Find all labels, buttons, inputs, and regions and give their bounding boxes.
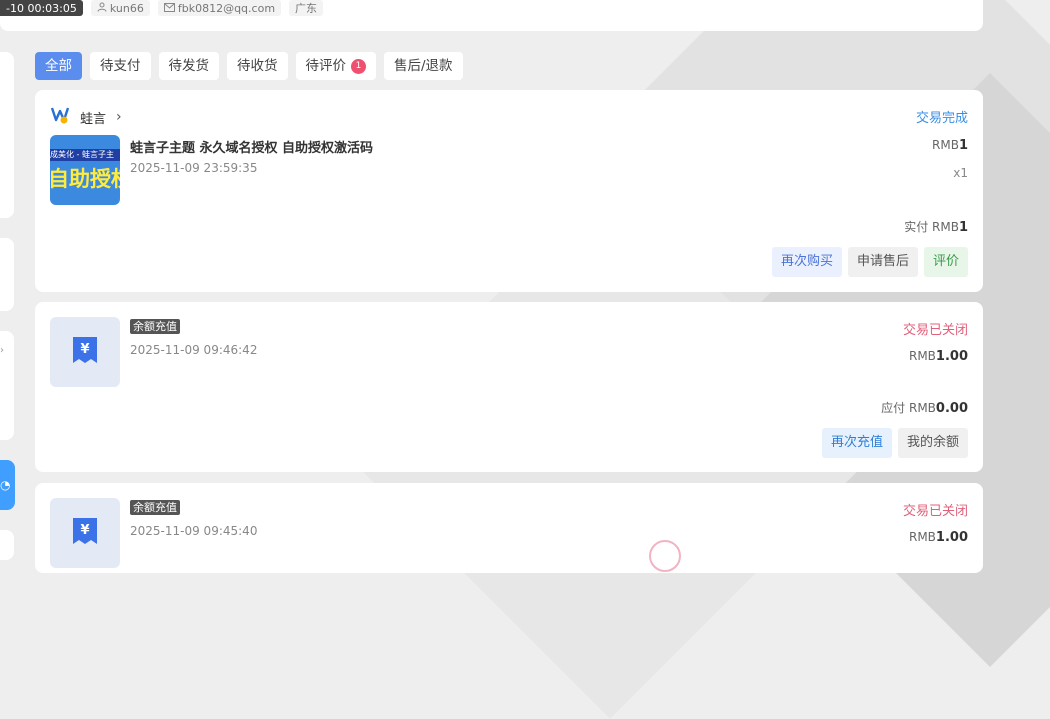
paid-label: 实付 RMB [904, 220, 959, 234]
my-balance-button[interactable]: 我的余额 [897, 428, 968, 458]
user-meta-row: -10 00:03:05 kun66 fbk0812@qq.com 广东 [0, 0, 324, 16]
shop-logo-icon [50, 106, 70, 128]
unit-price: RMB1.00 [909, 530, 968, 545]
order-status: 交易已关闭 [902, 323, 968, 338]
order-filter-tabs: 全部 待支付 待发货 待收货 待评价 1 售后/退款 [35, 52, 463, 80]
tab-label: 待收货 [237, 58, 278, 74]
loading-spinner [649, 540, 681, 572]
shop-row[interactable]: 蛙言 › [50, 106, 122, 128]
order-actions: 再次购买 申请售后 评价 [771, 247, 968, 277]
login-time-chip: -10 00:03:05 [0, 0, 83, 16]
chat-icon: ◔ [0, 478, 11, 492]
order-status: 交易完成 [915, 111, 968, 126]
due-label: 应付 RMB [881, 401, 936, 415]
tab-label: 待发货 [168, 58, 210, 74]
tab-label: 待评价 [305, 58, 347, 74]
order-card: 蛙言 › 交易完成 成美化 - 蛙言子主 自助授权 蛙言子主题 永久域名授权 自… [35, 90, 983, 292]
svg-text:¥: ¥ [80, 523, 89, 538]
thumbnail-banner-text: 成美化 - 蛙言子主 [50, 149, 120, 161]
username-text: kun66 [109, 1, 144, 15]
tab-all[interactable]: 全部 [35, 52, 82, 80]
product-thumbnail[interactable]: 成美化 - 蛙言子主 自助授权 [50, 135, 120, 205]
yuan-receipt-icon: ¥ [69, 334, 101, 370]
chevron-right-icon: › [0, 345, 4, 356]
user-info-card: -10 00:03:05 kun66 fbk0812@qq.com 广东 [0, 0, 983, 31]
order-date: 2025-11-09 23:59:35 [130, 161, 258, 175]
support-float-button[interactable]: ◔ [0, 460, 15, 510]
shop-name: 蛙言 [80, 111, 107, 127]
recharge-thumbnail: ¥ [50, 317, 120, 387]
tab-label: 全部 [45, 58, 72, 74]
yuan-receipt-icon: ¥ [69, 515, 101, 551]
due-amount: 应付 RMB0.00 [881, 399, 968, 416]
price-value: 1.00 [935, 530, 968, 545]
review-count-badge: 1 [351, 58, 366, 74]
currency: RMB [908, 530, 936, 544]
currency: RMB [932, 138, 959, 152]
order-status: 交易已关闭 [902, 504, 968, 519]
after-sales-button[interactable]: 申请售后 [847, 247, 918, 277]
buy-again-button[interactable]: 再次购买 [771, 247, 842, 277]
price-value: 1 [958, 138, 968, 153]
price-value: 1.00 [935, 349, 968, 364]
quantity: x1 [953, 166, 968, 180]
tab-after-sales[interactable]: 售后/退款 [384, 52, 463, 80]
sidebar-panel [0, 52, 14, 218]
email-text: fbk0812@qq.com [177, 1, 276, 15]
order-date: 2025-11-09 09:46:42 [130, 343, 258, 357]
tab-pending-shipment[interactable]: 待发货 [158, 52, 219, 80]
username-chip: kun66 [90, 0, 150, 16]
recharge-again-button[interactable]: 再次充值 [821, 428, 892, 458]
mail-icon [163, 2, 175, 15]
review-button[interactable]: 评价 [923, 247, 968, 277]
paid-value: 1 [958, 220, 968, 235]
currency: RMB [908, 349, 936, 363]
email-chip: fbk0812@qq.com [157, 0, 282, 16]
order-date: 2025-11-09 09:45:40 [130, 524, 258, 538]
sidebar-panel [0, 238, 14, 311]
order-card: 交易已关闭 ¥ 余额充值 2025-11-09 09:45:40 RMB1.00 [35, 483, 983, 573]
tab-pending-receipt[interactable]: 待收货 [227, 52, 288, 80]
unit-price: RMB1 [932, 138, 968, 153]
paid-amount: 实付 RMB1 [904, 218, 968, 235]
tab-label: 售后/退款 [394, 58, 453, 74]
sidebar-panel: › [0, 331, 14, 440]
order-type-tag: 余额充值 [130, 500, 180, 515]
thumbnail-title-text: 自助授权 [50, 167, 120, 191]
sidebar-panel [0, 530, 14, 560]
region-chip: 广东 [289, 0, 324, 16]
svg-text:¥: ¥ [80, 342, 89, 357]
order-card: 交易已关闭 ¥ 余额充值 2025-11-09 09:46:42 RMB1.00… [35, 302, 983, 472]
product-title[interactable]: 蛙言子主题 永久域名授权 自助授权激活码 [130, 137, 373, 156]
due-value: 0.00 [935, 401, 968, 416]
chevron-right-icon: › [116, 109, 122, 125]
recharge-thumbnail: ¥ [50, 498, 120, 568]
user-icon [97, 2, 107, 15]
tab-pending-review[interactable]: 待评价 1 [295, 52, 376, 80]
order-actions: 再次充值 我的余额 [821, 428, 968, 458]
tab-pending-payment[interactable]: 待支付 [90, 52, 151, 80]
unit-price: RMB1.00 [909, 349, 968, 364]
order-type-tag: 余额充值 [130, 319, 180, 334]
tab-label: 待支付 [100, 58, 141, 74]
